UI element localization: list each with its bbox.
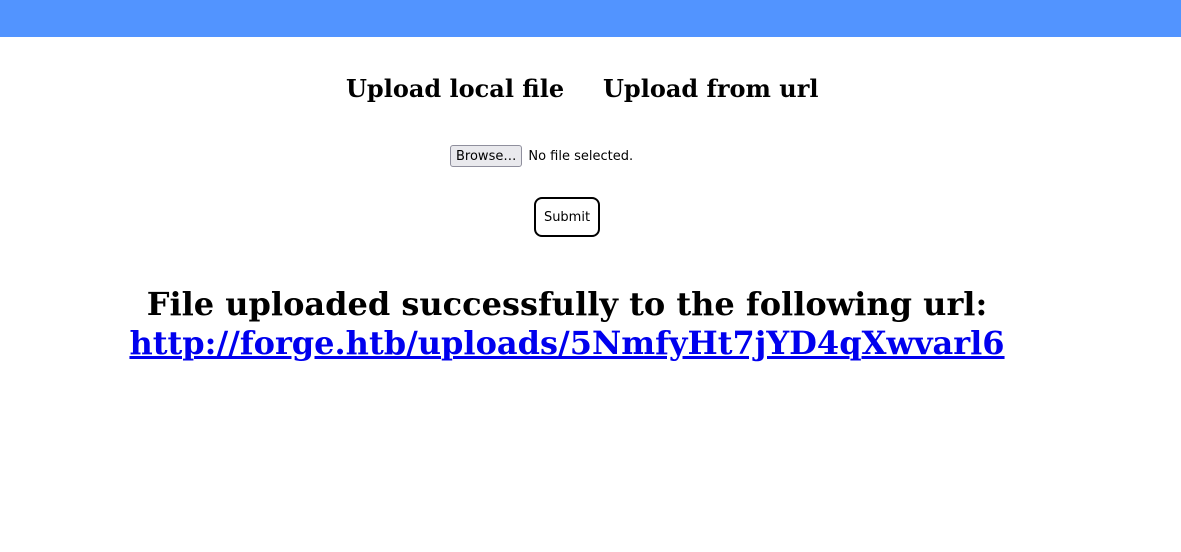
upload-tabs: Upload local file Upload from url	[0, 72, 1181, 106]
tab-upload-local-file[interactable]: Upload local file	[346, 72, 564, 106]
top-banner	[0, 0, 1181, 37]
upload-result: File uploaded successfully to the follow…	[0, 285, 1134, 363]
success-message: File uploaded successfully to the follow…	[146, 285, 988, 323]
uploaded-file-link[interactable]: http://forge.htb/uploads/5NmfyHt7jYD4qXw…	[129, 324, 1004, 362]
tab-upload-from-url[interactable]: Upload from url	[603, 72, 818, 106]
file-input[interactable]: Browse… No file selected.	[450, 145, 633, 167]
submit-button[interactable]: Submit	[534, 197, 600, 237]
browse-button[interactable]: Browse…	[450, 145, 523, 167]
file-status-text: No file selected.	[528, 148, 634, 164]
